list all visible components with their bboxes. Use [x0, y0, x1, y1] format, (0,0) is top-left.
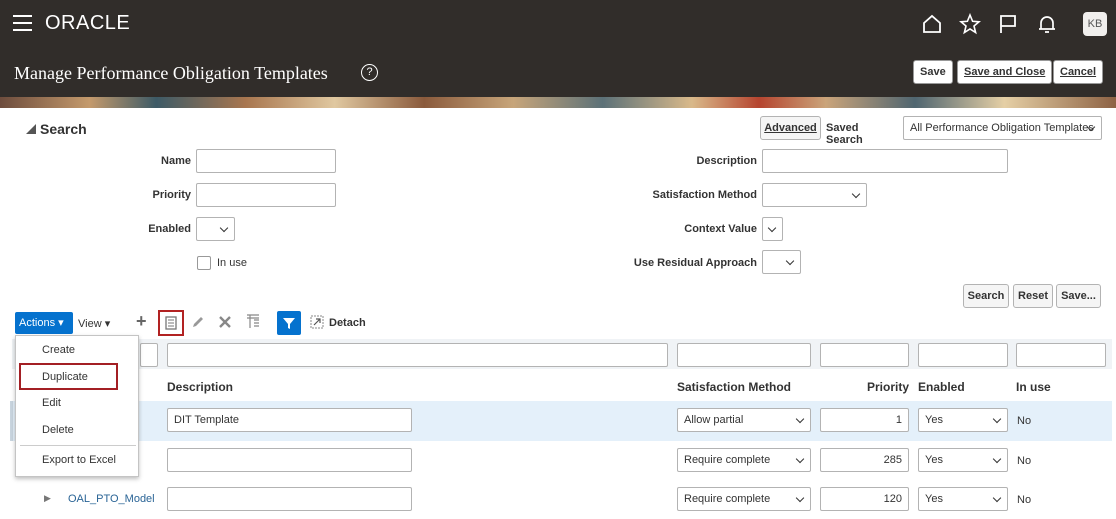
favorites-icon[interactable]	[959, 13, 981, 35]
name-label: Name	[161, 155, 191, 167]
view-label: View	[78, 318, 102, 330]
template-name-link[interactable]: OAL_PTO_Model	[68, 493, 155, 505]
in-use-checkbox[interactable]	[197, 256, 211, 270]
menu-item-delete[interactable]: Delete	[42, 424, 74, 436]
add-icon[interactable]: +	[136, 311, 147, 332]
collapse-search-icon[interactable]	[26, 124, 36, 134]
reset-button[interactable]: Reset	[1013, 284, 1053, 308]
saved-search-select[interactable]: All Performance Obligation Templates	[903, 116, 1102, 140]
enabled-filter[interactable]	[918, 343, 1008, 367]
actions-label: Actions	[19, 317, 56, 329]
priority-cell-input[interactable]: 1	[820, 408, 909, 432]
description-cell-input[interactable]: DIT Template	[167, 408, 412, 432]
in-use-label: In use	[217, 257, 247, 269]
home-icon[interactable]	[921, 13, 943, 35]
duplicate-icon[interactable]	[164, 316, 178, 330]
query-by-example-icon[interactable]	[277, 311, 301, 335]
description-filter[interactable]	[167, 343, 668, 367]
edit-icon[interactable]	[191, 315, 205, 329]
enabled-cell-select[interactable]: Yes	[918, 487, 1008, 511]
user-avatar[interactable]: KB	[1083, 12, 1107, 36]
menu-divider	[20, 445, 136, 446]
search-heading[interactable]: Search	[40, 121, 87, 137]
notifications-icon[interactable]	[1036, 13, 1058, 35]
satisfaction-method-select[interactable]	[762, 183, 867, 207]
name-filter[interactable]	[140, 343, 158, 367]
detach-icon[interactable]	[310, 315, 324, 329]
in-use-filter[interactable]	[1016, 343, 1106, 367]
expand-row-icon[interactable]: ▶	[44, 493, 51, 504]
oracle-logo[interactable]: ORACLE	[45, 12, 130, 35]
description-input[interactable]	[762, 149, 1008, 173]
saved-search-label: Saved Search	[826, 122, 863, 146]
enabled-cell-select[interactable]: Yes	[918, 408, 1008, 432]
enabled-label: Enabled	[148, 223, 191, 235]
actions-dropdown-menu: Create Duplicate Edit Delete Export to E…	[15, 335, 139, 477]
column-header-satisfaction-method[interactable]: Satisfaction Method	[677, 380, 791, 394]
enabled-select[interactable]	[196, 217, 235, 241]
in-use-cell: No	[1017, 455, 1032, 467]
detach-label[interactable]: Detach	[329, 317, 366, 329]
enabled-cell-select[interactable]: Yes	[918, 448, 1008, 472]
save-and-close-button[interactable]: Save and Close	[957, 60, 1053, 84]
delete-icon[interactable]	[219, 316, 231, 328]
column-header-priority[interactable]: Priority	[820, 380, 909, 394]
page-header: Manage Performance Obligation Templates …	[0, 49, 1116, 97]
menu-item-create[interactable]: Create	[42, 344, 75, 356]
satisfaction-method-cell-select[interactable]: Require complete	[677, 487, 811, 511]
description-cell-input[interactable]	[167, 487, 412, 511]
satisfaction-method-cell-select[interactable]: Allow partial	[677, 408, 811, 432]
menu-item-export-to-excel[interactable]: Export to Excel	[42, 454, 116, 466]
name-input[interactable]	[196, 149, 336, 173]
cancel-button[interactable]: Cancel	[1053, 60, 1104, 84]
help-icon[interactable]: ?	[361, 64, 378, 81]
save-search-button[interactable]: Save...	[1056, 284, 1101, 308]
column-header-in-use[interactable]: In use	[1016, 380, 1051, 394]
menu-item-duplicate[interactable]: Duplicate	[42, 371, 88, 383]
satisfaction-method-filter[interactable]	[677, 343, 811, 367]
description-label: Description	[696, 155, 757, 167]
search-button[interactable]: Search	[963, 284, 1009, 308]
view-menu-button[interactable]: View ▾	[78, 317, 110, 330]
context-value-select[interactable]	[762, 217, 783, 241]
decorative-banner	[0, 97, 1116, 108]
priority-filter[interactable]	[820, 343, 909, 367]
use-residual-approach-label: Use Residual Approach	[633, 257, 757, 269]
menu-item-edit[interactable]: Edit	[42, 397, 61, 409]
description-cell-input[interactable]	[167, 448, 412, 472]
save-button[interactable]: Save	[913, 60, 953, 84]
actions-menu-button[interactable]: Actions ▾	[15, 312, 73, 334]
priority-label: Priority	[152, 189, 191, 201]
priority-cell-input[interactable]: 285	[820, 448, 909, 472]
priority-cell-input[interactable]: 120	[820, 487, 909, 511]
advanced-button[interactable]: Advanced	[760, 116, 821, 140]
flag-icon[interactable]	[997, 13, 1019, 35]
freeze-icon[interactable]	[246, 314, 260, 329]
page-title: Manage Performance Obligation Templates	[14, 63, 328, 83]
column-header-enabled[interactable]: Enabled	[918, 380, 965, 394]
in-use-cell: No	[1017, 494, 1032, 506]
satisfaction-method-cell-select[interactable]: Require complete	[677, 448, 811, 472]
column-header-description[interactable]: Description	[167, 380, 233, 394]
satisfaction-method-label: Satisfaction Method	[652, 189, 757, 201]
priority-input[interactable]	[196, 183, 336, 207]
in-use-cell: No	[1017, 415, 1032, 427]
global-header: ORACLE KB	[0, 0, 1116, 49]
menu-icon[interactable]	[13, 15, 32, 31]
use-residual-approach-select[interactable]	[762, 250, 801, 274]
context-value-label: Context Value	[684, 223, 757, 235]
